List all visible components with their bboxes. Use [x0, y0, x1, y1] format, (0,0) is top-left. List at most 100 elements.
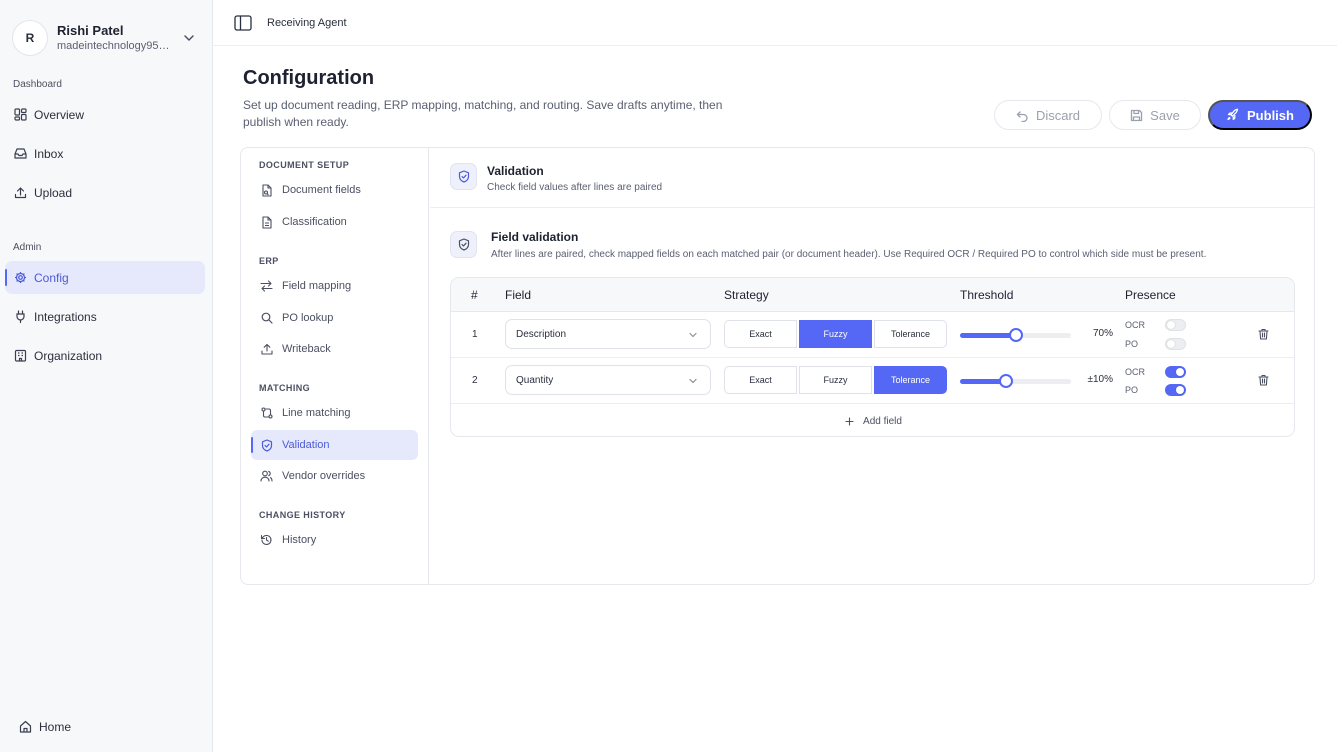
inbox-icon — [13, 147, 27, 161]
chevron-down-icon[interactable] — [182, 31, 196, 45]
chevron-down-icon — [688, 330, 698, 340]
strategy-exact-button[interactable]: Exact — [724, 320, 797, 348]
validation-panel: Validation Check field values after line… — [430, 148, 1314, 584]
shield-check-icon — [450, 163, 477, 190]
table-header: # Field Strategy Threshold Presence — [451, 278, 1294, 312]
threshold-value: 70% — [1092, 328, 1113, 339]
presence-po-label: PO — [1125, 339, 1139, 349]
page-description: Set up document reading, ERP mapping, ma… — [243, 98, 723, 129]
subnav-item-document-fields[interactable]: Document fields — [251, 175, 418, 205]
nav-item-home[interactable]: Home — [10, 710, 210, 743]
save-label: Save — [1150, 107, 1180, 123]
subnav-item-label: Classification — [282, 216, 347, 228]
table-row: 1 Description Exact Fuzzy Tolerance 70% … — [451, 312, 1294, 358]
column-header-number: # — [471, 288, 478, 302]
publish-label: Publish — [1247, 107, 1294, 123]
publish-button[interactable]: Publish — [1208, 100, 1312, 130]
user-name: Rishi Patel — [57, 23, 124, 38]
strategy-tolerance-button[interactable]: Tolerance — [874, 366, 947, 394]
field-validation-title: Field validation — [491, 230, 579, 244]
nav-item-config[interactable]: Config — [5, 261, 205, 294]
subnav-item-writeback[interactable]: Writeback — [251, 334, 418, 364]
grid-icon — [13, 108, 27, 122]
nav-item-organization[interactable]: Organization — [5, 339, 205, 372]
strategy-tolerance-button[interactable]: Tolerance — [874, 320, 947, 348]
building-icon — [13, 349, 27, 363]
subnav-item-line-matching[interactable]: Line matching — [251, 398, 418, 428]
nav-item-label: Upload — [34, 185, 73, 200]
chevron-down-icon — [688, 376, 698, 386]
undo-icon — [1016, 109, 1029, 122]
threshold-slider[interactable] — [960, 374, 1071, 388]
add-field-label: Add field — [863, 415, 902, 427]
threshold-slider-handle[interactable] — [998, 374, 1013, 388]
sidebar-toggle-icon[interactable] — [234, 14, 252, 31]
column-header-presence: Presence — [1125, 288, 1176, 302]
search-icon — [260, 312, 273, 325]
shield-check-icon — [260, 438, 273, 452]
subnav-item-field-mapping[interactable]: Field mapping — [251, 271, 418, 301]
gear-icon — [13, 271, 27, 285]
nav-item-upload[interactable]: Upload — [5, 176, 205, 209]
plus-icon — [845, 416, 854, 426]
config-subnav: DOCUMENT SETUP Document fields Classific… — [241, 148, 429, 584]
trash-icon[interactable] — [1258, 374, 1269, 386]
nav-item-label: Inbox — [34, 146, 64, 161]
shield-check-icon — [450, 231, 477, 258]
ocr-required-toggle[interactable] — [1165, 366, 1186, 378]
column-header-strategy: Strategy — [724, 288, 769, 302]
nav-section-dashboard: Dashboard — [13, 79, 62, 90]
user-menu[interactable]: R Rishi Patel madeintechnology95@gmail.c… — [12, 20, 202, 56]
row-number: 2 — [472, 375, 478, 386]
save-icon — [1130, 109, 1143, 122]
subnav-item-classification[interactable]: Classification — [251, 207, 418, 237]
discard-button[interactable]: Discard — [994, 100, 1102, 130]
subnav-item-history[interactable]: History — [251, 525, 418, 555]
threshold-slider-handle[interactable] — [1008, 328, 1023, 342]
config-card: DOCUMENT SETUP Document fields Classific… — [240, 147, 1315, 585]
trash-icon[interactable] — [1258, 328, 1269, 340]
subnav-item-label: Vendor overrides — [282, 470, 366, 482]
subnav-item-po-lookup[interactable]: PO lookup — [251, 303, 418, 333]
strategy-fuzzy-button[interactable]: Fuzzy — [799, 320, 872, 348]
file-text-icon — [260, 215, 273, 229]
nav-item-label: Home — [39, 719, 72, 734]
section-header: Validation Check field values after line… — [430, 148, 1314, 208]
presence-ocr-label: OCR — [1125, 367, 1145, 377]
threshold-slider[interactable] — [960, 328, 1071, 342]
nav-item-label: Config — [34, 270, 69, 285]
presence-po-label: PO — [1125, 385, 1139, 395]
nav-item-integrations[interactable]: Integrations — [5, 300, 205, 333]
nav-section-admin: Admin — [13, 242, 42, 253]
strategy-fuzzy-button[interactable]: Fuzzy — [799, 366, 872, 394]
subnav-item-label: Writeback — [282, 343, 331, 355]
nav-item-inbox[interactable]: Inbox — [5, 137, 205, 170]
home-icon — [18, 720, 32, 734]
history-icon — [260, 534, 273, 547]
app-sidebar: R Rishi Patel madeintechnology95@gmail.c… — [0, 0, 213, 752]
nav-item-label: Overview — [34, 107, 85, 122]
field-select[interactable]: Quantity — [505, 365, 711, 395]
subnav-item-vendor-overrides[interactable]: Vendor overrides — [251, 461, 418, 491]
user-email: madeintechnology95@gmail.com — [57, 40, 175, 52]
save-button[interactable]: Save — [1109, 100, 1201, 130]
ocr-required-toggle[interactable] — [1165, 319, 1186, 331]
topbar: Receiving Agent — [213, 0, 1337, 46]
upload-icon — [13, 186, 27, 200]
nav-item-label: Integrations — [34, 309, 97, 324]
section-title: Validation — [487, 164, 544, 178]
nav-item-label: Organization — [34, 348, 103, 363]
po-required-toggle[interactable] — [1165, 338, 1186, 350]
po-required-toggle[interactable] — [1165, 384, 1186, 396]
add-field-button[interactable]: Add field — [451, 404, 1294, 436]
subnav-item-validation[interactable]: Validation — [251, 430, 418, 460]
field-select[interactable]: Description — [505, 319, 711, 349]
breadcrumb: Receiving Agent — [267, 16, 347, 29]
discard-label: Discard — [1035, 107, 1081, 123]
subnav-item-label: Validation — [282, 439, 330, 451]
subnav-item-label: Line matching — [282, 407, 351, 419]
field-select-value: Quantity — [516, 374, 554, 386]
nav-item-overview[interactable]: Overview — [5, 98, 205, 131]
file-icon — [260, 183, 273, 197]
strategy-exact-button[interactable]: Exact — [724, 366, 797, 394]
